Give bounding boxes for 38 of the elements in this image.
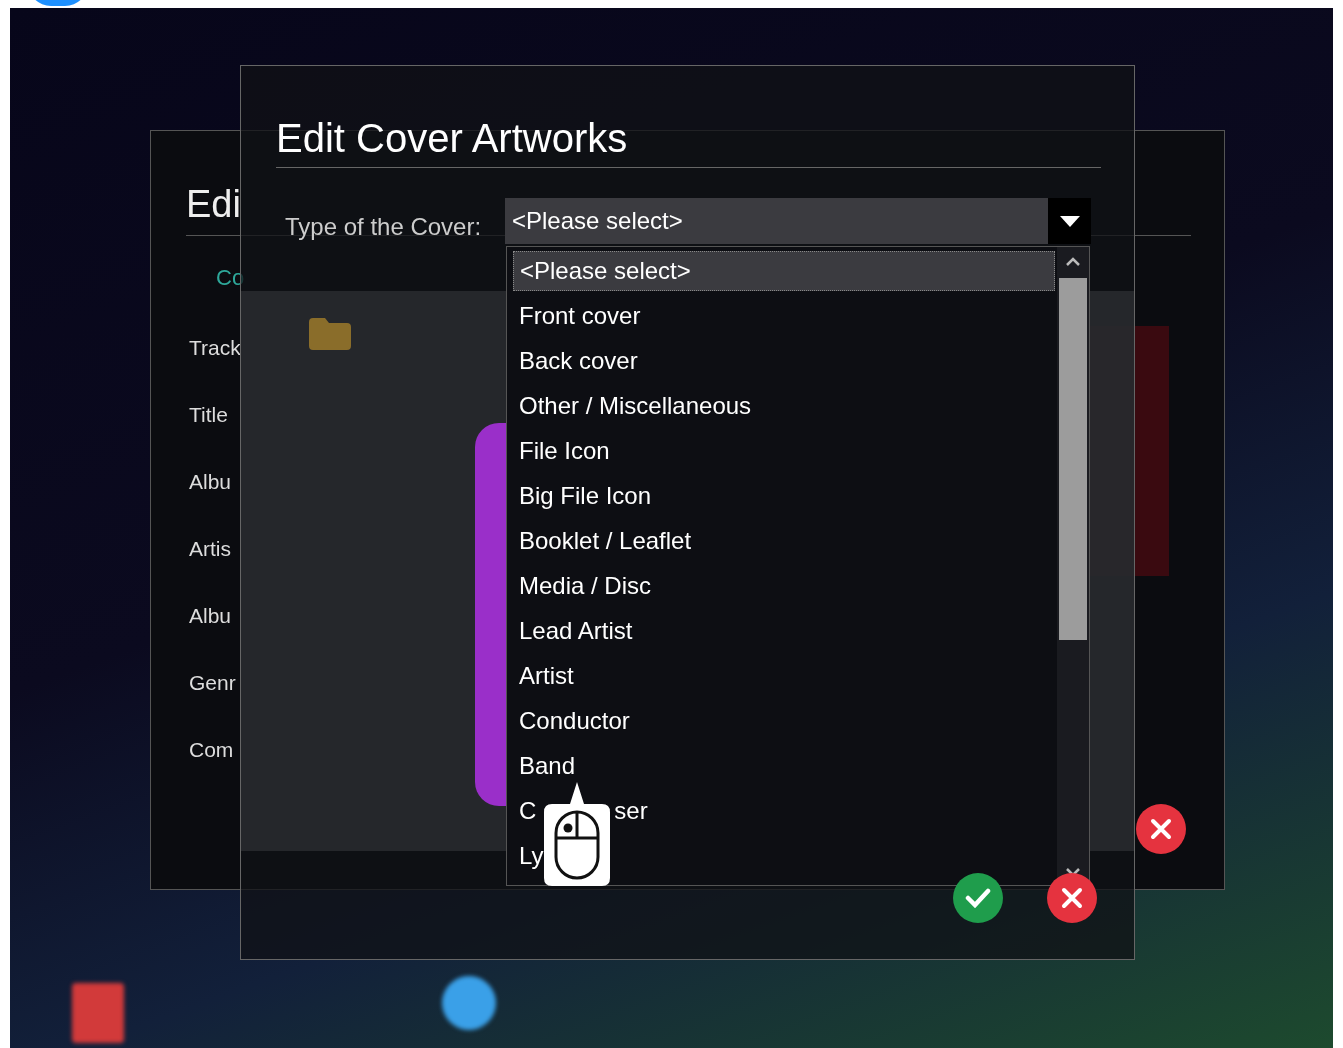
dropdown-option-text: ser xyxy=(614,796,648,826)
dropdown-option-text: C xyxy=(519,796,537,826)
dropdown-option[interactable]: Big File Icon xyxy=(513,476,1055,516)
dropdown-option[interactable]: Conductor xyxy=(513,701,1055,741)
dropdown-option[interactable]: Lead Artist xyxy=(513,611,1055,651)
close-button[interactable] xyxy=(1136,804,1186,854)
checkmark-icon xyxy=(965,888,991,908)
dropdown-option[interactable]: File Icon xyxy=(513,431,1055,471)
field-label: Genr xyxy=(189,670,236,697)
dropdown-option-row[interactable]: C ser xyxy=(513,791,1055,831)
dialog-title: Edit Cover Artworks xyxy=(276,115,628,162)
dropdown-option[interactable]: Front cover xyxy=(513,296,1055,336)
app-icon xyxy=(442,976,496,1030)
scroll-thumb[interactable] xyxy=(1059,278,1087,640)
dropdown-option[interactable]: Ly xyxy=(513,836,1055,876)
confirm-button[interactable] xyxy=(953,873,1003,923)
cover-type-dropdown[interactable]: <Please select> xyxy=(505,198,1091,244)
dropdown-option[interactable]: Artist xyxy=(513,656,1055,696)
dropdown-value: <Please select> xyxy=(511,206,684,236)
field-label: Artis xyxy=(189,536,231,563)
close-icon xyxy=(1061,887,1083,909)
field-label: Albu xyxy=(189,469,232,496)
dropdown-option[interactable]: Booklet / Leaflet xyxy=(513,521,1055,561)
close-icon xyxy=(1150,818,1172,840)
app-icon xyxy=(72,983,124,1043)
field-label: Title xyxy=(189,402,228,429)
field-label: Albu xyxy=(189,603,232,630)
scroll-up-icon[interactable] xyxy=(1066,257,1080,266)
dropdown-option[interactable]: Back cover xyxy=(513,341,1055,381)
dropdown-option[interactable]: Other / Miscellaneous xyxy=(513,386,1055,426)
dropdown-option[interactable]: Band xyxy=(513,746,1055,786)
field-label: Com xyxy=(189,737,234,764)
field-label: Track xyxy=(189,335,241,362)
dialog-title: Edi xyxy=(186,182,241,227)
field-label: Type of the Cover: xyxy=(285,212,482,242)
cancel-button[interactable] xyxy=(1047,873,1097,923)
dropdown-option[interactable]: <Please select> xyxy=(513,251,1055,291)
dropdown-option[interactable]: Media / Disc xyxy=(513,566,1055,606)
